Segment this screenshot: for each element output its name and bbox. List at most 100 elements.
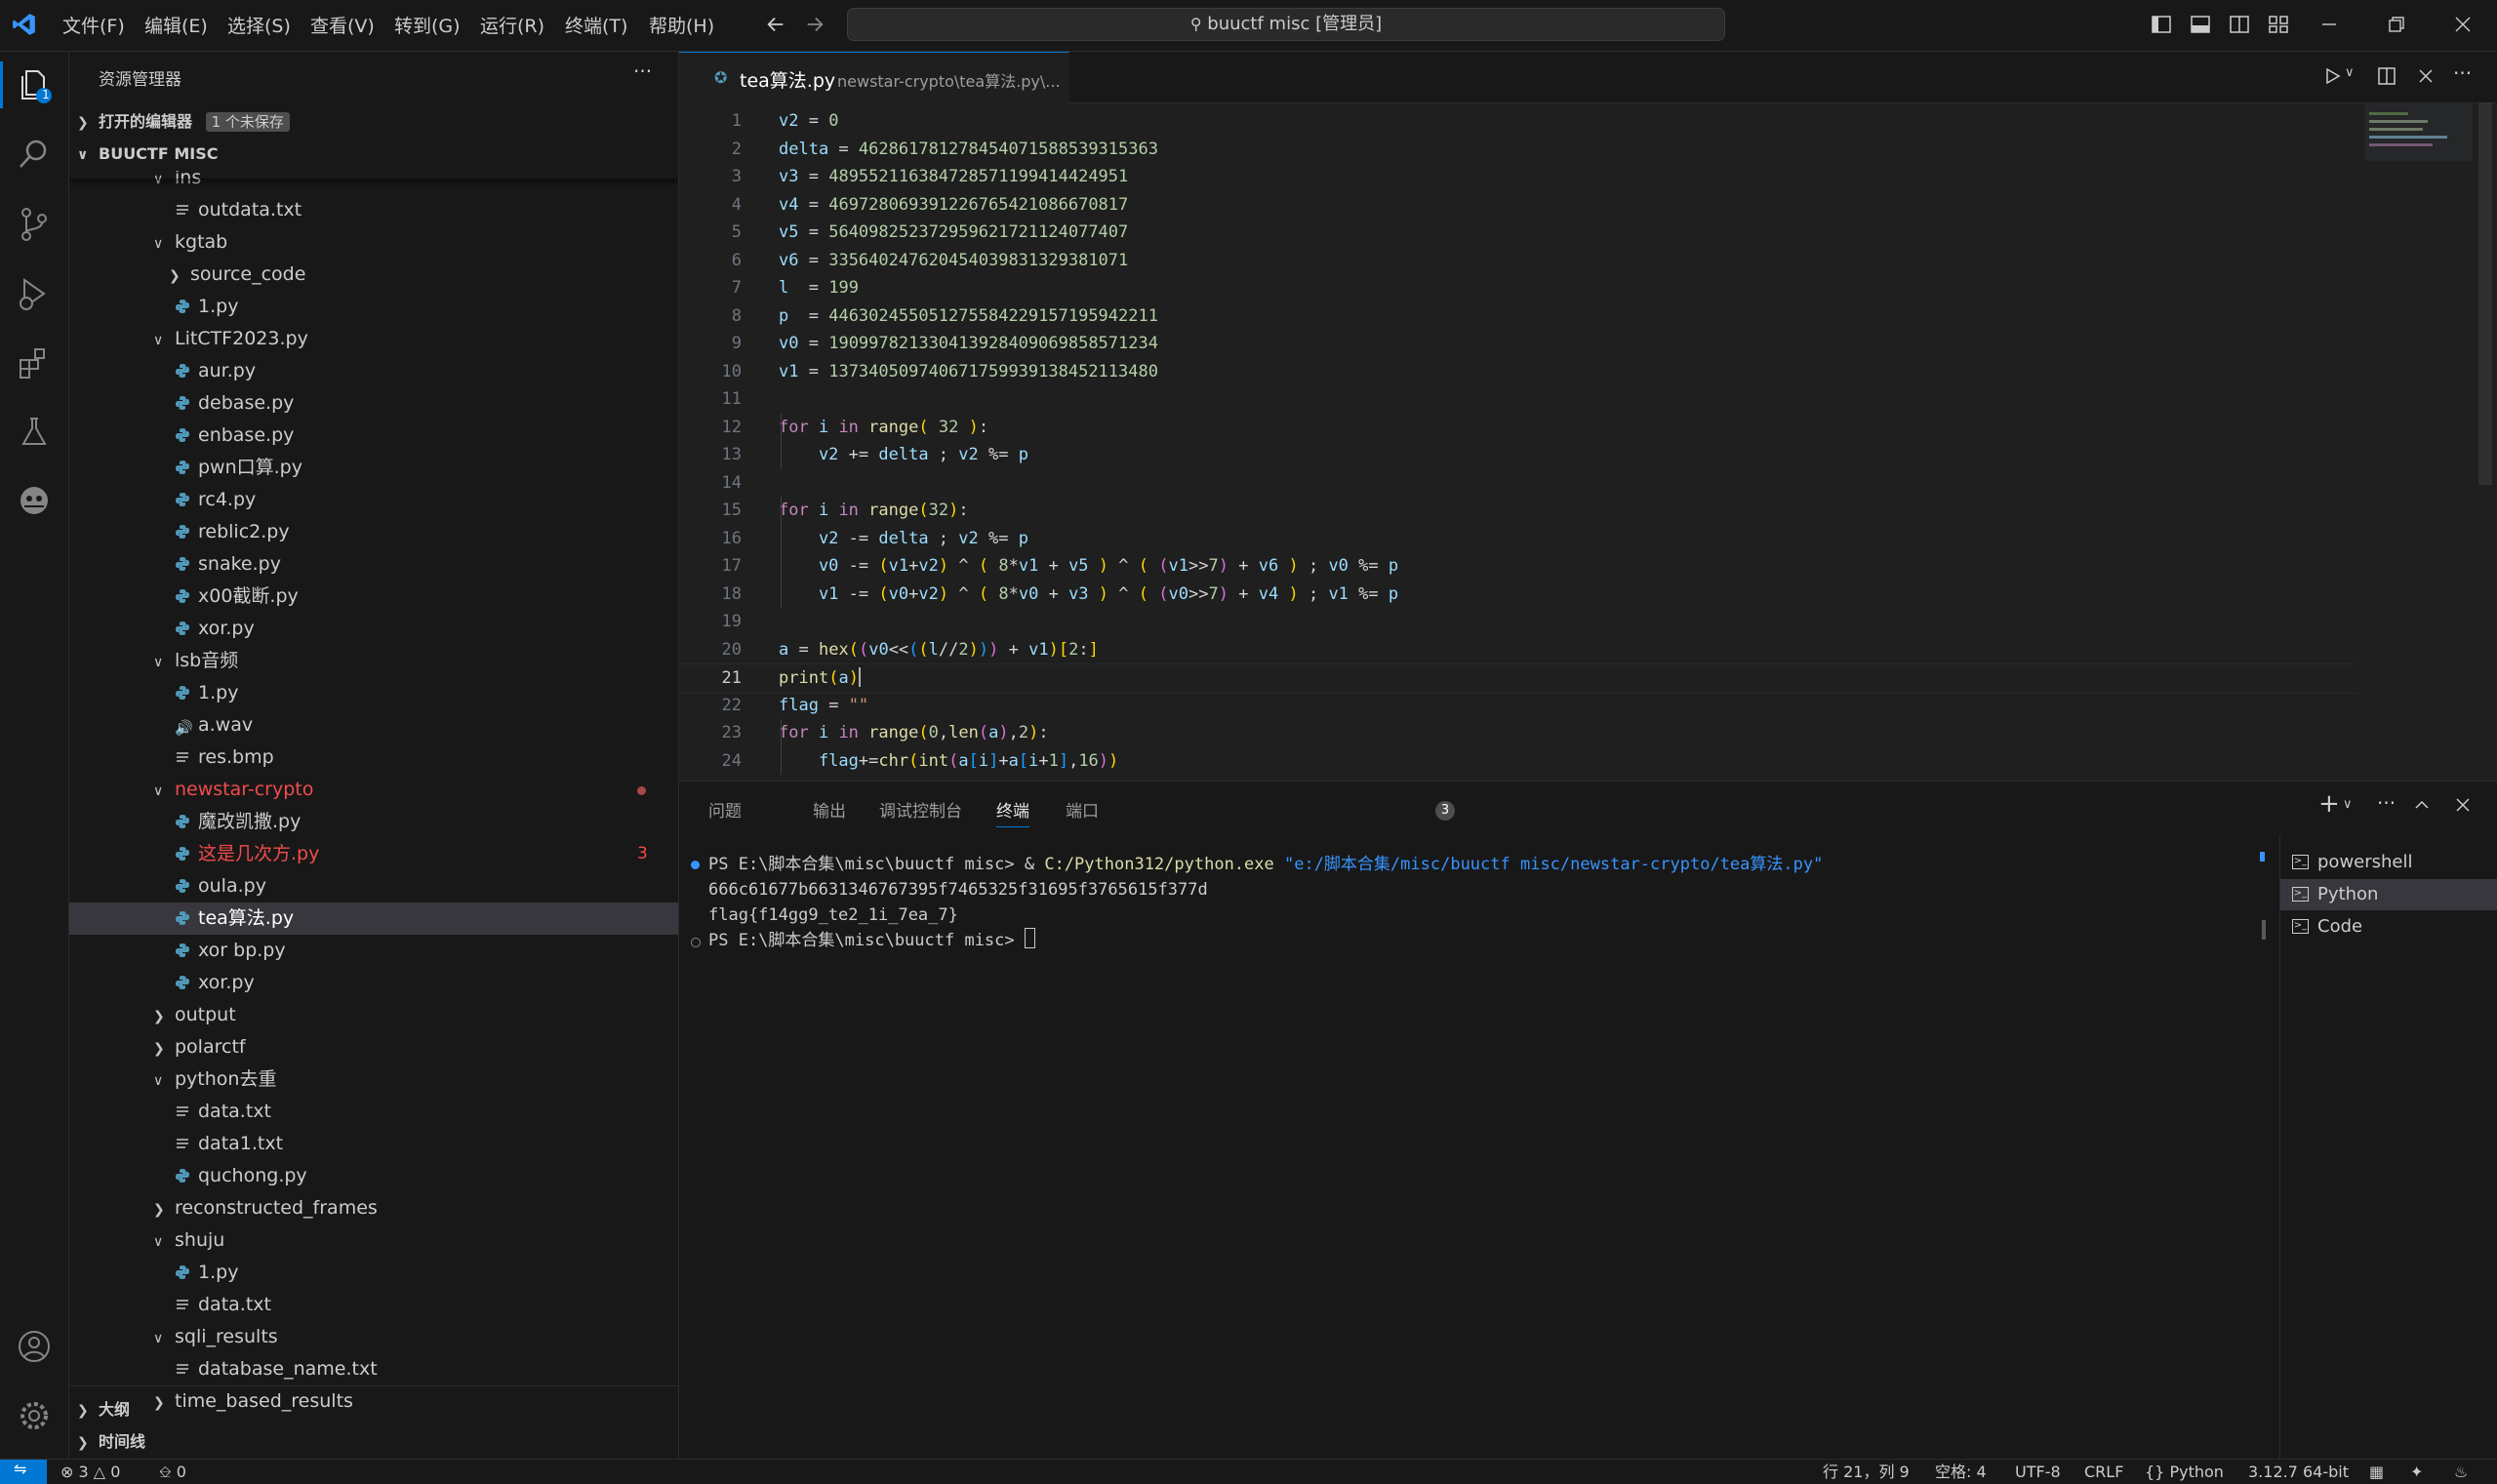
- maximize-panel-icon[interactable]: [2414, 797, 2430, 813]
- remote-indicator[interactable]: ⇋: [0, 1460, 47, 1484]
- menu-item[interactable]: 运行(R): [480, 12, 544, 38]
- remote-explorer-icon[interactable]: [15, 481, 54, 520]
- restore-icon[interactable]: [2388, 16, 2405, 33]
- menu-item[interactable]: 转到(G): [394, 12, 461, 38]
- tree-file[interactable]: snake.py: [69, 548, 678, 581]
- menu-item[interactable]: 查看(V): [310, 12, 375, 38]
- testing-flask-icon[interactable]: [15, 413, 54, 452]
- encoding[interactable]: UTF-8: [2015, 1462, 2061, 1483]
- panel-tab[interactable]: 输出: [813, 797, 846, 822]
- tree-file[interactable]: quchong.py: [69, 1160, 678, 1192]
- source-control-icon[interactable]: [15, 205, 54, 244]
- tree-folder[interactable]: ∨ lsb音频: [69, 645, 678, 677]
- terminal[interactable]: PS E:\脚本合集\misc\buuctf misc> & C:/Python…: [679, 842, 2265, 1457]
- panel-more-icon[interactable]: ···: [2377, 791, 2396, 815]
- python-interpreter[interactable]: 3.12.7 64-bit: [2248, 1462, 2349, 1483]
- tree-file[interactable]: xor.py: [69, 967, 678, 999]
- tree-file[interactable]: xor bp.py: [69, 935, 678, 967]
- toggle-secondary-sidebar-icon[interactable]: [2230, 15, 2249, 34]
- panel-tab[interactable]: 问题: [708, 797, 742, 822]
- layout-file-icon[interactable]: ▦: [2369, 1462, 2384, 1483]
- language-mode[interactable]: {} Python: [2145, 1462, 2224, 1483]
- tree-folder[interactable]: ❯ source_code: [69, 259, 678, 291]
- tree-file[interactable]: debase.py: [69, 387, 678, 420]
- tree-file[interactable]: 1.py: [69, 291, 678, 323]
- vscode-logo-icon[interactable]: [12, 12, 37, 37]
- more-actions-icon[interactable]: ···: [633, 60, 652, 83]
- tree-folder[interactable]: ❯ polarctf: [69, 1031, 678, 1063]
- problems-status[interactable]: ⊗ 3 △ 0: [60, 1462, 120, 1483]
- customize-layout-icon[interactable]: [2269, 15, 2288, 34]
- minimap[interactable]: [2365, 102, 2473, 780]
- close-editor-icon[interactable]: [2418, 68, 2434, 84]
- tree-file[interactable]: 1.py: [69, 677, 678, 709]
- toggle-primary-sidebar-icon[interactable]: [2152, 15, 2171, 34]
- toggle-panel-icon[interactable]: [2191, 15, 2210, 34]
- tree-file[interactable]: x00截断.py: [69, 581, 678, 613]
- close-window-icon[interactable]: [2454, 16, 2472, 33]
- panel-tab[interactable]: 调试控制台: [879, 797, 962, 822]
- manage-gear-icon[interactable]: [15, 1396, 54, 1435]
- terminal-session[interactable]: >_ powershell: [2280, 847, 2497, 878]
- tree-file[interactable]: tea算法.py: [69, 902, 678, 935]
- tree-folder[interactable]: ❯ time_based_results: [69, 1385, 678, 1418]
- command-center-search[interactable]: ⚲ buuctf misc [管理员]: [847, 8, 1725, 41]
- run-file-icon[interactable]: [2323, 67, 2341, 85]
- close-panel-icon[interactable]: [2455, 797, 2471, 813]
- terminal-session[interactable]: >_ Code: [2280, 911, 2497, 943]
- terminal-session[interactable]: >_ Python: [2280, 879, 2497, 910]
- tree-file[interactable]: 🔊 a.wav: [69, 709, 678, 742]
- tree-file[interactable]: reblic2.py: [69, 516, 678, 548]
- tree-file[interactable]: data1.txt: [69, 1128, 678, 1160]
- new-terminal-icon[interactable]: +: [2318, 789, 2340, 819]
- tree-file[interactable]: outdata.txt: [69, 194, 678, 226]
- editor-tab[interactable]: ✪ tea算法.py newstar-crypto\tea算法.py\...: [679, 52, 1069, 103]
- workspace-section[interactable]: ∨ BUUCTF MISC: [77, 140, 218, 169]
- back-arrow-icon[interactable]: [765, 14, 786, 35]
- tree-folder[interactable]: ❯ reconstructed_frames: [69, 1192, 678, 1224]
- timeline-section[interactable]: ❯ 时间线: [77, 1427, 145, 1457]
- line-ending[interactable]: CRLF: [2084, 1462, 2123, 1483]
- menu-item[interactable]: 帮助(H): [649, 12, 714, 38]
- tree-file[interactable]: data.txt: [69, 1289, 678, 1321]
- search-icon[interactable]: [15, 135, 54, 174]
- tree-folder[interactable]: ∨ kgtab: [69, 226, 678, 259]
- tree-folder[interactable]: ∨ newstar-crypto: [69, 774, 678, 806]
- split-editor-icon[interactable]: [2377, 66, 2396, 86]
- notifications-bell-icon[interactable]: ♨: [2454, 1462, 2468, 1483]
- tree-folder[interactable]: ∨ LitCTF2023.py: [69, 323, 678, 355]
- menu-item[interactable]: 终端(T): [565, 12, 627, 38]
- cursor-position[interactable]: 行 21，列 9: [1823, 1462, 1910, 1483]
- copilot-icon[interactable]: ✦: [2410, 1462, 2423, 1483]
- tree-file[interactable]: aur.py: [69, 355, 678, 387]
- open-editors-section[interactable]: ❯ 打开的编辑器 1 个未保存: [77, 107, 290, 137]
- tree-file[interactable]: database_name.txt: [69, 1353, 678, 1385]
- menu-item[interactable]: 选择(S): [227, 12, 291, 38]
- minimize-icon[interactable]: [2320, 16, 2338, 33]
- menu-item[interactable]: 编辑(E): [144, 12, 208, 38]
- indentation[interactable]: 空格: 4: [1935, 1462, 1987, 1483]
- tree-file[interactable]: rc4.py: [69, 484, 678, 516]
- tree-file[interactable]: 1.py: [69, 1257, 678, 1289]
- tree-folder[interactable]: ∨ sqli_results: [69, 1321, 678, 1353]
- ports-status[interactable]: ⎒ 0: [159, 1462, 186, 1483]
- tree-folder[interactable]: ∨ python去重: [69, 1063, 678, 1096]
- outline-section[interactable]: ❯ 大纲: [77, 1395, 131, 1424]
- menu-item[interactable]: 文件(F): [62, 12, 125, 38]
- run-dropdown-chevron-icon[interactable]: ∨: [2345, 65, 2355, 80]
- tree-file[interactable]: xor.py: [69, 613, 678, 645]
- tree-file[interactable]: res.bmp: [69, 742, 678, 774]
- tree-file[interactable]: data.txt: [69, 1096, 678, 1128]
- tree-file[interactable]: 魔改凯撒.py: [69, 806, 678, 838]
- panel-tab[interactable]: 终端: [996, 797, 1029, 827]
- extensions-icon[interactable]: [15, 344, 54, 383]
- tree-file[interactable]: 这是几次方.py 3: [69, 838, 678, 870]
- tree-file[interactable]: pwn口算.py: [69, 452, 678, 484]
- accounts-icon[interactable]: [15, 1327, 54, 1366]
- code-editor[interactable]: 1 v2 = 0 2 delta = 462861781278454071588539…: [679, 102, 2484, 780]
- tree-file[interactable]: enbase.py: [69, 420, 678, 452]
- forward-arrow-icon[interactable]: [804, 14, 826, 35]
- tree-file[interactable]: oula.py: [69, 870, 678, 902]
- terminal-dropdown-chevron-icon[interactable]: ∨: [2343, 797, 2353, 812]
- panel-tab[interactable]: 端口: [1066, 797, 1099, 822]
